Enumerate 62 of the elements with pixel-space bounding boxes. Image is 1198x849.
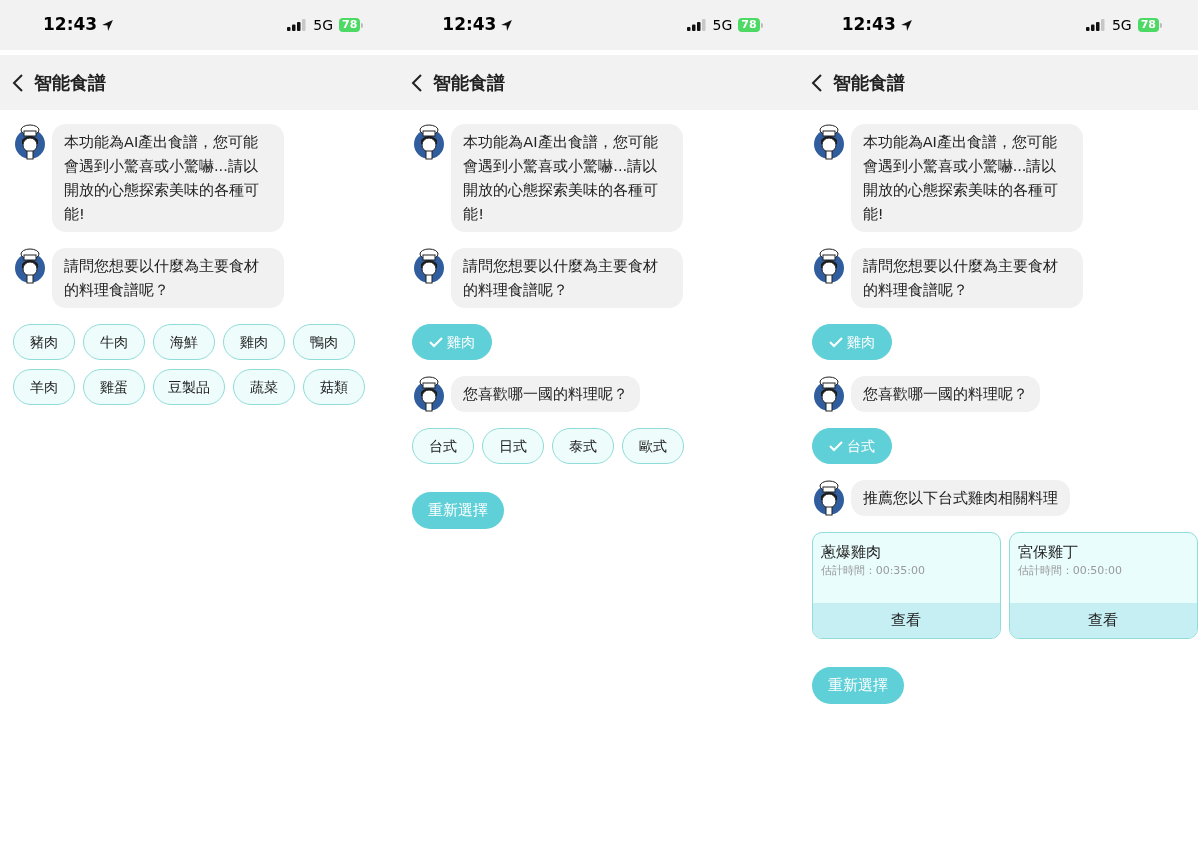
option-chip[interactable]: 日式 (482, 428, 545, 464)
option-chip[interactable]: 雞肉 (223, 324, 285, 360)
option-chip[interactable]: 泰式 (552, 428, 615, 464)
bot-message-bubble: 本功能為AI產出食譜，您可能會遇到小驚喜或小驚嚇...請以開放的心態探索美味的各種可能! (52, 124, 284, 232)
chef-avatar-icon (413, 248, 446, 284)
estimated-time: 估計時間：00:50:00 (1017, 563, 1124, 579)
chef-avatar-icon (812, 480, 845, 516)
chef-avatar-icon (812, 124, 845, 160)
page-title: 智能食譜 (433, 71, 506, 95)
location-arrow-icon (500, 18, 514, 32)
view-button[interactable]: 查看 (812, 603, 1000, 638)
page-title: 智能食譜 (832, 71, 905, 95)
option-chip[interactable]: 鴨肉 (293, 324, 355, 360)
check-icon (828, 440, 843, 452)
option-chip[interactable]: 海鮮 (153, 324, 215, 360)
check-icon (828, 336, 843, 348)
bot-message-bubble: 您喜歡哪一國的料理呢？ (451, 376, 641, 412)
bot-message-bubble: 請問您想要以什麼為主要食材的料理食譜呢？ (52, 248, 284, 308)
signal-icon (1085, 19, 1106, 31)
page-title: 智能食譜 (34, 71, 106, 95)
battery-indicator: 78 (738, 18, 763, 32)
chef-avatar-icon (413, 376, 446, 412)
option-chip[interactable]: 蔬菜 (233, 369, 295, 405)
back-icon[interactable] (411, 73, 424, 92)
back-icon[interactable] (810, 73, 823, 92)
chef-avatar-icon (14, 124, 46, 160)
bot-message-bubble: 請問您想要以什麼為主要食材的料理食譜呢？ (850, 248, 1083, 308)
bot-message-bubble: 本功能為AI產出食譜，您可能會遇到小驚喜或小驚嚇...請以開放的心態探索美味的各種可能! (451, 124, 684, 232)
option-chip[interactable]: 台式 (412, 428, 475, 464)
chef-avatar-icon (413, 124, 446, 160)
battery-indicator: 78 (1137, 18, 1162, 32)
status-time: 12:43 (43, 13, 98, 37)
location-arrow-icon (101, 18, 115, 32)
location-arrow-icon (899, 18, 913, 32)
estimated-time: 估計時間：00:35:00 (820, 563, 927, 579)
status-time: 12:43 (442, 13, 497, 37)
view-button[interactable]: 查看 (1009, 603, 1197, 638)
back-icon[interactable] (12, 73, 24, 92)
option-chip[interactable]: 歐式 (622, 428, 685, 464)
signal-icon (287, 19, 308, 31)
recipe-name: 蔥爆雞肉 (820, 542, 882, 563)
network-label: 5G (1111, 15, 1132, 35)
network-label: 5G (313, 15, 333, 35)
bot-message-bubble: 推薦您以下台式雞肉相關料理 (850, 480, 1070, 516)
recipe-name: 宮保雞丁 (1017, 542, 1079, 563)
chef-avatar-icon (14, 248, 46, 284)
bot-message-bubble: 本功能為AI產出食譜，您可能會遇到小驚喜或小驚嚇...請以開放的心態探索美味的各種可能! (850, 124, 1083, 232)
bot-message-bubble: 請問您想要以什麼為主要食材的料理食譜呢？ (451, 248, 684, 308)
chef-avatar-icon (812, 376, 845, 412)
option-chip[interactable]: 牛肉 (83, 324, 145, 360)
option-chip[interactable]: 菇類 (303, 369, 365, 405)
network-label: 5G (712, 15, 733, 35)
chef-avatar-icon (812, 248, 845, 284)
option-chip[interactable]: 雞蛋 (83, 369, 145, 405)
option-chip[interactable]: 豬肉 (13, 324, 75, 360)
signal-icon (686, 19, 707, 31)
battery-indicator: 78 (339, 18, 364, 32)
status-time: 12:43 (841, 13, 896, 37)
option-chip[interactable]: 豆製品 (153, 369, 225, 405)
option-chip[interactable]: 羊肉 (13, 369, 75, 405)
bot-message-bubble: 您喜歡哪一國的料理呢？ (850, 376, 1040, 412)
check-icon (429, 336, 444, 348)
